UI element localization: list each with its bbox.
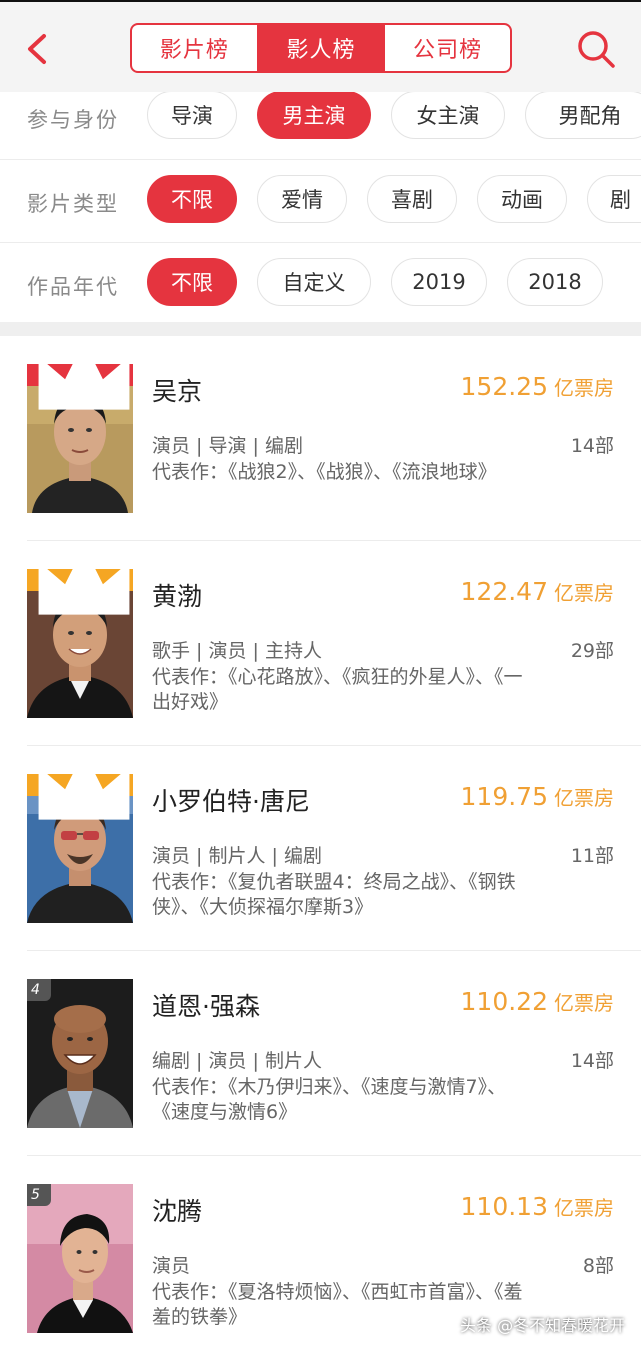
film-count: 8部 <box>582 1255 614 1277</box>
avatar: 5 <box>27 1184 133 1333</box>
rank-badge: 1 <box>27 364 133 410</box>
ranking-type-tabs: 影片榜 影人榜 公司榜 <box>130 23 512 73</box>
film-count: 11部 <box>570 845 614 867</box>
filter-chip[interactable]: 爱情 <box>257 175 347 223</box>
filter-chip[interactable]: 喜剧 <box>367 175 457 223</box>
film-count: 14部 <box>570 435 614 457</box>
box-office-unit: 亿票房 <box>554 376 614 400</box>
box-office: 122.47 亿票房 <box>461 577 614 606</box>
filter-chip[interactable]: 自定义 <box>257 258 371 306</box>
box-office: 152.25 亿票房 <box>461 372 614 401</box>
filter-chip[interactable]: 2018 <box>507 258 603 306</box>
rank-badge: 3 <box>27 774 133 820</box>
filter-row-genre: 影片类型 不限 爱情 喜剧 动画 剧 <box>0 159 641 241</box>
filter-chip[interactable]: 剧 <box>587 175 641 223</box>
filter-panel: 参与身份 导演 男主演 女主演 男配角 影片类型 不限 爱情 喜剧 动画 剧 作… <box>0 92 641 322</box>
search-icon <box>578 31 615 68</box>
representative-works: 代表作：《战狼2》、《战狼》、《流浪地球》 <box>152 461 497 483</box>
film-count: 14部 <box>570 1050 614 1072</box>
tab-people-ranking[interactable]: 影人榜 <box>258 25 386 71</box>
filter-chip-selected[interactable]: 不限 <box>147 175 237 223</box>
filter-chip-selected[interactable]: 男主演 <box>257 92 371 139</box>
filter-label: 作品年代 <box>27 275 119 299</box>
person-name: 沈腾 <box>152 1197 203 1226</box>
chevron-left-icon <box>28 34 46 64</box>
person-name: 吴京 <box>152 377 203 406</box>
ranking-row[interactable]: 4 道恩·强森 110.22 亿票房 编剧 | 演员 | 制片人 14部 代表作… <box>0 951 641 1156</box>
film-count: 29部 <box>570 640 614 662</box>
person-name: 道恩·强森 <box>152 992 260 1021</box>
rank-badge: 2 <box>27 569 133 615</box>
ranking-row[interactable]: 3 小罗伯特·唐尼 119.75 亿票房 演员 | 制片人 | 编剧 11部 代… <box>0 746 641 951</box>
box-office-value: 110.13 <box>460 1192 548 1221</box>
back-button[interactable] <box>22 30 56 68</box>
rank-badge: 5 <box>27 1184 51 1206</box>
crown-icon <box>38 774 130 820</box>
box-office-unit: 亿票房 <box>554 1196 614 1220</box>
filter-chip[interactable]: 女主演 <box>391 92 505 139</box>
ranking-row[interactable]: 2 黄渤 122.47 亿票房 歌手 | 演员 | 主持人 29部 代表作：《心… <box>0 541 641 746</box>
person-name: 小罗伯特·唐尼 <box>152 787 310 816</box>
box-office-unit: 亿票房 <box>554 991 614 1015</box>
representative-works: 代表作：《复仇者联盟4：终局之战》、《钢铁侠》、《大侦探福尔摩斯3》 <box>152 871 516 918</box>
filter-label: 影片类型 <box>27 192 119 216</box>
avatar: 1 <box>27 364 133 513</box>
box-office: 119.75 亿票房 <box>461 782 614 811</box>
filter-row-year: 作品年代 不限 自定义 2019 2018 <box>0 242 641 322</box>
rank-badge: 4 <box>27 979 51 1001</box>
filter-chip[interactable]: 男配角 <box>525 92 641 139</box>
box-office-value: 110.22 <box>460 987 548 1016</box>
watermark-text: 头条 @冬不知春暖花开 <box>460 1316 626 1335</box>
top-nav-bar: 影片榜 影人榜 公司榜 <box>0 2 641 92</box>
rank-number: 4 <box>31 982 40 998</box>
person-roles: 演员 | 制片人 | 编剧 <box>152 845 322 867</box>
representative-works: 代表作：《心花路放》、《疯狂的外星人》、《一出好戏》 <box>152 666 523 713</box>
search-button[interactable] <box>574 27 618 71</box>
crown-icon <box>38 364 130 410</box>
box-office: 110.13 亿票房 <box>461 1192 614 1221</box>
avatar: 4 <box>27 979 133 1128</box>
crown-icon <box>38 569 130 615</box>
box-office-unit: 亿票房 <box>554 786 614 810</box>
representative-works: 代表作：《木乃伊归来》、《速度与激情7》、《速度与激情6》 <box>152 1076 507 1123</box>
filter-chip[interactable]: 2019 <box>391 258 487 306</box>
box-office-value: 119.75 <box>460 782 548 811</box>
person-roles: 歌手 | 演员 | 主持人 <box>152 640 322 662</box>
tab-company-ranking[interactable]: 公司榜 <box>385 25 510 71</box>
avatar: 3 <box>27 774 133 923</box>
filter-label: 参与身份 <box>27 108 119 132</box>
filter-chip[interactable]: 导演 <box>147 92 237 139</box>
person-roles: 演员 | 导演 | 编剧 <box>152 435 303 457</box>
person-roles: 演员 <box>152 1255 191 1277</box>
person-name: 黄渤 <box>152 582 203 611</box>
box-office-value: 152.25 <box>460 372 548 401</box>
filter-chip-selected[interactable]: 不限 <box>147 258 237 306</box>
rank-number: 5 <box>31 1187 40 1203</box>
section-divider <box>0 322 641 336</box>
box-office-value: 122.47 <box>460 577 548 606</box>
filter-chip[interactable]: 动画 <box>477 175 567 223</box>
box-office-unit: 亿票房 <box>554 581 614 605</box>
tab-movie-ranking[interactable]: 影片榜 <box>132 25 259 71</box>
ranking-list: 1 吴京 152.25 亿票房 演员 | 导演 | 编剧 14部 代表作：《战狼… <box>0 336 641 1347</box>
filter-row-role: 参与身份 导演 男主演 女主演 男配角 <box>0 92 641 158</box>
person-roles: 编剧 | 演员 | 制片人 <box>152 1050 322 1072</box>
box-office: 110.22 亿票房 <box>461 987 614 1016</box>
ranking-row[interactable]: 1 吴京 152.25 亿票房 演员 | 导演 | 编剧 14部 代表作：《战狼… <box>0 336 641 541</box>
avatar: 2 <box>27 569 133 718</box>
